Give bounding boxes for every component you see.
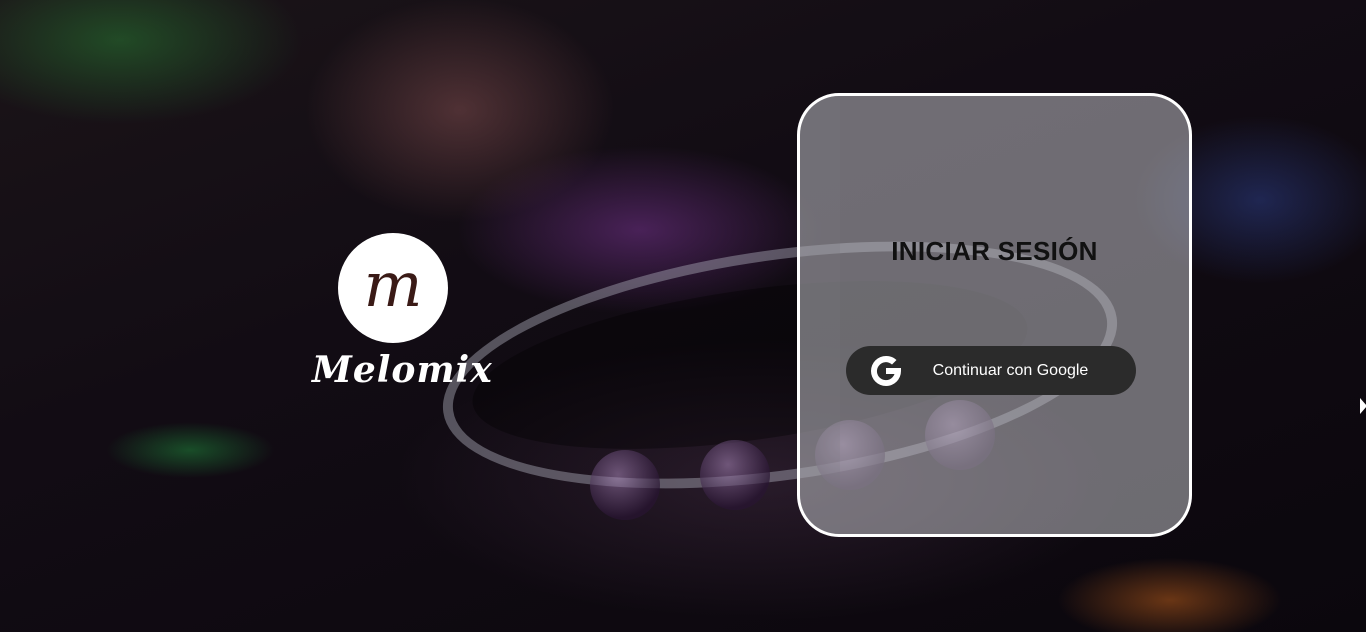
google-login-button[interactable]: Continuar con Google	[846, 346, 1136, 395]
brand-name: Melomix	[312, 349, 493, 391]
google-icon	[867, 352, 905, 390]
login-title: INICIAR SESIÓN	[891, 236, 1098, 266]
mixer-knob	[590, 450, 660, 520]
logo-badge: m	[338, 233, 448, 343]
card-shade	[800, 96, 840, 534]
mouse-pointer-icon	[1360, 398, 1366, 414]
login-card: INICIAR SESIÓN Continuar con Google	[797, 93, 1192, 537]
logo-letter: m	[363, 248, 423, 321]
brand-logo: m Melomix	[312, 233, 493, 403]
mixer-knob	[700, 440, 770, 510]
google-button-label: Continuar con Google	[932, 361, 1089, 379]
